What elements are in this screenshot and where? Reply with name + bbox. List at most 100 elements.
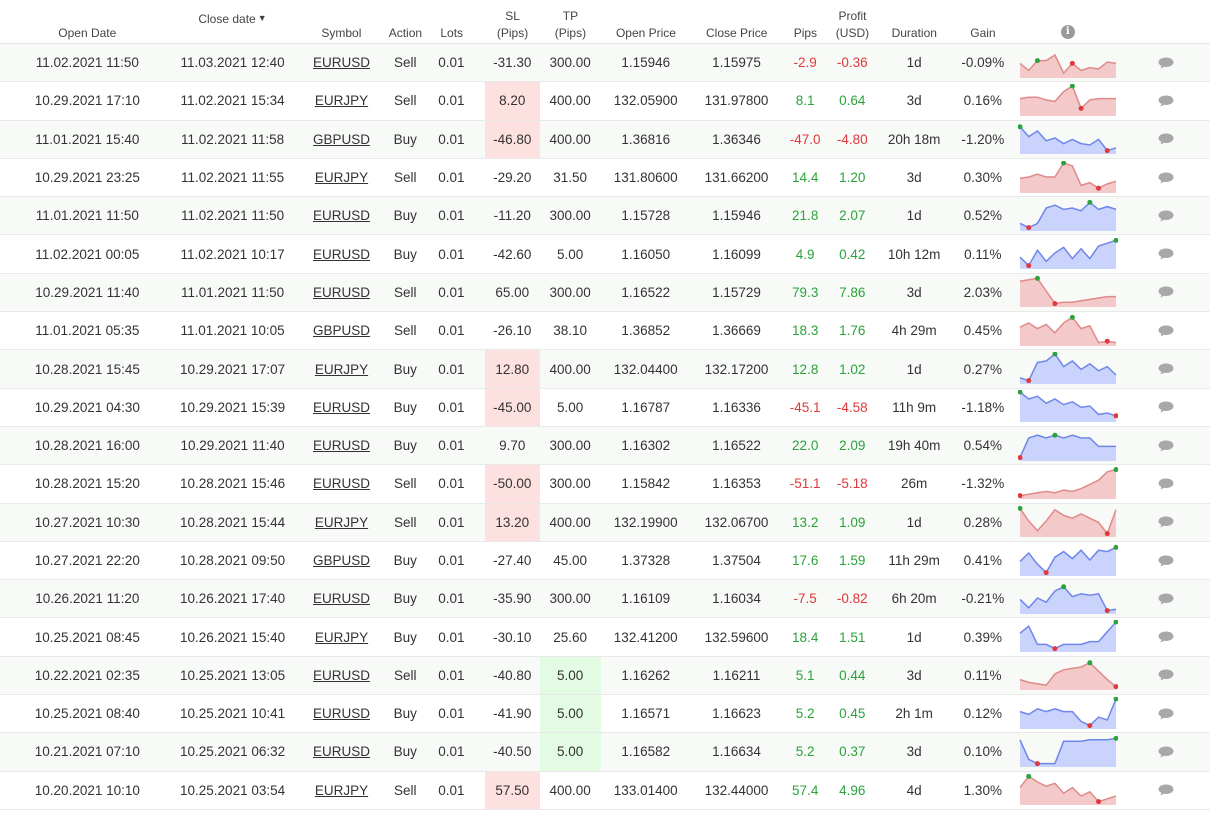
col-action[interactable]: Action (389, 0, 422, 43)
table-row[interactable]: 10.21.2021 07:10 10.25.2021 06:32 EURUSD Bu… (0, 733, 1210, 772)
cell-symbol-link[interactable]: EURUSD (290, 389, 392, 426)
comment-icon[interactable] (1158, 133, 1174, 145)
cell-symbol-link[interactable]: EURUSD (290, 657, 392, 694)
cell-symbol-link-value[interactable]: EURUSD (313, 400, 370, 415)
cell-symbol-link-value[interactable]: EURUSD (313, 208, 370, 223)
table-row[interactable]: 10.28.2021 15:20 10.28.2021 15:46 EURUSD Se… (0, 465, 1210, 504)
cell-symbol-link[interactable]: EURUSD (290, 427, 392, 464)
cell-symbol-link-value[interactable]: EURUSD (313, 706, 370, 721)
cell-tp-value: 5.00 (557, 667, 584, 683)
cell-symbol-link-value[interactable]: EURJPY (315, 93, 368, 108)
table-row[interactable]: 10.29.2021 23:25 11.02.2021 11:55 EURJPY Se… (0, 159, 1210, 198)
col-duration[interactable]: Duration (876, 0, 952, 43)
comment-icon[interactable] (1158, 286, 1174, 298)
table-row[interactable]: 10.29.2021 17:10 11.02.2021 15:34 EURJPY Se… (0, 82, 1210, 121)
info-icon[interactable]: i (1060, 25, 1075, 39)
table-row[interactable]: 10.29.2021 11:40 11.01.2021 11:50 EURUSD Se… (0, 273, 1210, 313)
table-row[interactable]: 10.20.2021 10:10 10.25.2021 03:54 EURJPY Se… (0, 771, 1210, 810)
table-row[interactable]: 10.25.2021 08:40 10.25.2021 10:41 EURUSD Bu… (0, 695, 1210, 734)
cell-open-date-value: 10.25.2021 08:40 (34, 706, 140, 722)
comment-icon[interactable] (1158, 669, 1174, 681)
cell-symbol-link-value[interactable]: EURJPY (315, 362, 368, 377)
cell-symbol-link[interactable]: EURUSD (290, 695, 392, 732)
cell-symbol-link[interactable]: EURUSD (290, 274, 392, 311)
cell-symbol-link-value[interactable]: GBPUSD (313, 132, 370, 147)
cell-symbol-link[interactable]: EURJPY (290, 504, 392, 541)
cell-symbol-link-value[interactable]: EURUSD (313, 438, 370, 453)
table-row[interactable]: 11.01.2021 05:35 11.01.2021 10:05 GBPUSD Se… (0, 312, 1210, 351)
cell-symbol-link[interactable]: GBPUSD (290, 312, 392, 349)
table-row[interactable]: 11.01.2021 11:50 11.02.2021 11:50 EURUSD Bu… (0, 197, 1210, 236)
col-close-price[interactable]: Close Price (691, 0, 782, 43)
table-row[interactable]: 11.02.2021 11:50 11.03.2021 12:40 EURUSD Se… (0, 44, 1210, 83)
comment-icon[interactable] (1158, 708, 1174, 720)
cell-symbol-link[interactable]: EURUSD (290, 235, 392, 272)
cell-symbol-link-value[interactable]: EURUSD (313, 285, 370, 300)
cell-symbol-link[interactable]: EURUSD (290, 580, 392, 617)
table-row[interactable]: 10.28.2021 15:45 10.29.2021 17:07 EURJPY Bu… (0, 350, 1210, 389)
col-close-date[interactable]: Close date ▼ (175, 0, 291, 43)
col-open-price[interactable]: Open Price (601, 0, 691, 43)
comment-icon[interactable] (1158, 95, 1174, 107)
comment-icon[interactable] (1158, 363, 1174, 375)
comment-icon[interactable] (1158, 401, 1174, 413)
cell-symbol-link-value[interactable]: EURUSD (313, 55, 370, 70)
table-row[interactable]: 11.01.2021 15:40 11.02.2021 11:58 GBPUSD Bu… (0, 120, 1210, 159)
col-lots[interactable]: Lots (418, 0, 485, 43)
cell-symbol-link-value[interactable]: EURJPY (315, 783, 368, 798)
cell-symbol-link[interactable]: EURJPY (290, 82, 392, 119)
cell-symbol-link[interactable]: GBPUSD (290, 121, 392, 158)
cell-symbol-link[interactable]: EURUSD (290, 197, 392, 234)
comment-icon[interactable] (1158, 516, 1174, 528)
cell-symbol-link[interactable]: EURJPY (290, 618, 392, 655)
col-pips[interactable]: Pips (782, 0, 828, 43)
comment-icon[interactable] (1158, 248, 1174, 260)
comment-icon[interactable] (1158, 784, 1174, 796)
table-row[interactable]: 10.27.2021 22:20 10.28.2021 09:50 GBPUSD Bu… (0, 542, 1210, 581)
comment-icon[interactable] (1158, 631, 1174, 643)
col-profit[interactable]: Profit (USD) (828, 0, 876, 43)
comment-icon[interactable] (1158, 440, 1174, 452)
table-row[interactable]: 10.28.2021 16:00 10.29.2021 11:40 EURUSD Bu… (0, 426, 1210, 466)
cell-close-date-value: 11.01.2021 11:50 (181, 284, 285, 300)
table-row[interactable]: 11.02.2021 00:05 11.02.2021 10:17 EURUSD Bu… (0, 235, 1210, 274)
cell-symbol-link[interactable]: EURJPY (290, 350, 392, 387)
cell-symbol-link-value[interactable]: EURJPY (315, 515, 368, 530)
cell-symbol-link[interactable]: EURUSD (290, 733, 392, 770)
col-symbol[interactable]: Symbol (290, 0, 392, 43)
cell-tp: 5.00 (540, 389, 601, 426)
trade-sparkline (1017, 390, 1118, 423)
comment-icon[interactable] (1158, 57, 1174, 69)
cell-symbol-link-value[interactable]: EURJPY (315, 630, 368, 645)
cell-symbol-link-value[interactable]: EURUSD (313, 744, 370, 759)
table-row[interactable]: 10.29.2021 04:30 10.29.2021 15:39 EURUSD Bu… (0, 388, 1210, 427)
col-tp[interactable]: TP (Pips) (540, 0, 601, 43)
comment-icon[interactable] (1158, 210, 1174, 222)
cell-symbol-link-value[interactable]: EURUSD (313, 247, 370, 262)
cell-symbol-link-value[interactable]: GBPUSD (313, 553, 370, 568)
comment-icon[interactable] (1158, 593, 1174, 605)
table-row[interactable]: 10.27.2021 10:30 10.28.2021 15:44 EURJPY Se… (0, 503, 1210, 542)
cell-close-price-value: 1.36669 (712, 323, 761, 339)
table-row[interactable]: 10.26.2021 11:20 10.26.2021 17:40 EURUSD Bu… (0, 580, 1210, 619)
cell-symbol-link[interactable]: EURJPY (290, 159, 392, 196)
cell-symbol-link-value[interactable]: EURUSD (313, 476, 370, 491)
comment-icon[interactable] (1158, 555, 1174, 567)
cell-symbol-link-value[interactable]: GBPUSD (313, 323, 370, 338)
cell-symbol-link-value[interactable]: EURUSD (313, 591, 370, 606)
col-open-date[interactable]: Open Date (0, 0, 175, 43)
cell-symbol-link-value[interactable]: EURUSD (313, 668, 370, 683)
col-sl[interactable]: SL (Pips) (485, 0, 540, 43)
col-gain[interactable]: Gain (952, 0, 1014, 43)
comment-icon[interactable] (1158, 478, 1174, 490)
cell-symbol-link[interactable]: EURJPY (290, 772, 392, 809)
comment-icon[interactable] (1158, 325, 1174, 337)
cell-symbol-link-value[interactable]: EURJPY (315, 170, 368, 185)
comment-icon[interactable] (1158, 172, 1174, 184)
table-row[interactable]: 10.25.2021 08:45 10.26.2021 15:40 EURJPY Bu… (0, 618, 1210, 657)
cell-symbol-link[interactable]: EURUSD (290, 465, 392, 502)
cell-symbol-link[interactable]: EURUSD (290, 44, 392, 81)
table-row[interactable]: 10.22.2021 02:35 10.25.2021 13:05 EURUSD Se… (0, 656, 1210, 696)
cell-symbol-link[interactable]: GBPUSD (290, 542, 392, 579)
comment-icon[interactable] (1158, 746, 1174, 758)
